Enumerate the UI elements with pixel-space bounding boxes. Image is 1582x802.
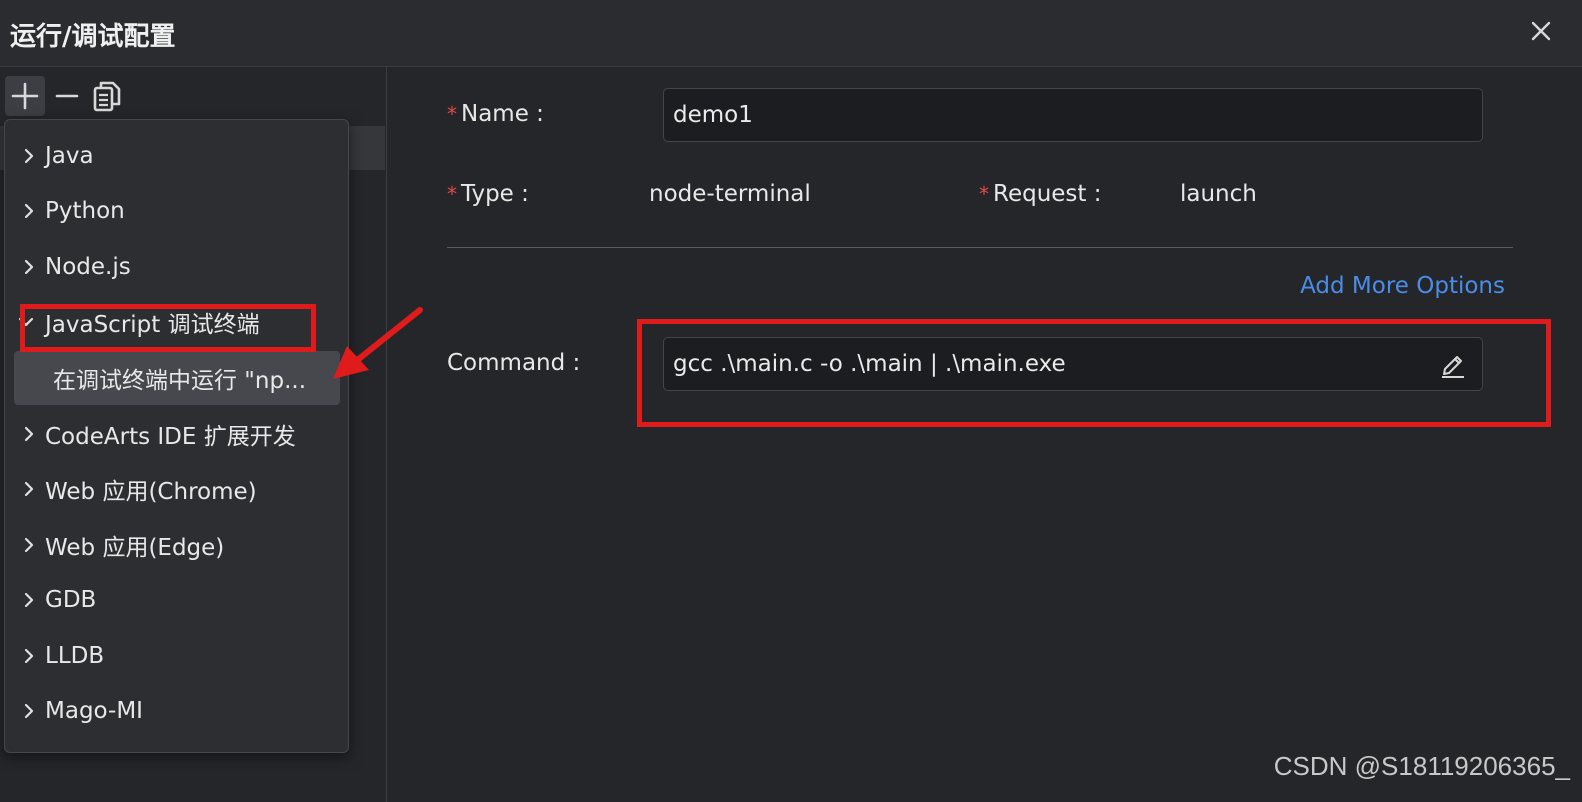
close-button[interactable] [1524,14,1558,48]
close-icon [1531,21,1551,41]
copy-icon [93,81,121,112]
menu-item-label: Mago-MI [45,698,143,724]
menu-item-java[interactable]: Java [5,132,348,180]
title-bar: 运行/调试配置 [0,0,1582,67]
menu-item-codearts-extension[interactable]: CodeArts IDE 扩展开发 [5,410,348,458]
menu-item-mago-mi[interactable]: Mago-MI [5,687,348,735]
command-value: gcc .\main.c -o .\main | .\main.exe [673,351,1066,377]
menu-item-nodejs[interactable]: Node.js [5,243,348,291]
chevron-right-icon [24,481,34,497]
menu-item-label: GDB [45,587,97,613]
chevron-right-icon [24,648,34,664]
dialog-title: 运行/调试配置 [10,22,176,52]
chevron-right-icon [24,259,34,275]
request-label: * Request : [979,181,1102,207]
name-input[interactable]: demo1 [663,88,1483,142]
config-type-dropdown: Java Python Node.js JavaScript 调试终端 在调试终… [4,119,349,753]
type-label: * Type : [447,181,529,207]
menu-item-python[interactable]: Python [5,187,348,235]
config-form-pane: * Name : demo1 * Type : node-terminal * Req… [387,67,1582,802]
menu-item-web-chrome[interactable]: Web 应用(Chrome) [5,465,348,513]
menu-item-lldb[interactable]: LLDB [5,632,348,680]
required-mark: * [447,102,457,126]
menu-item-label: Python [45,198,125,224]
add-config-button[interactable] [5,76,45,116]
plus-icon [11,82,39,110]
menu-item-gdb[interactable]: GDB [5,576,348,624]
menu-subitem-label: 在调试终端中运行 "np... [53,368,306,394]
menu-item-label: Web 应用(Chrome) [45,479,257,505]
copy-config-button[interactable] [87,76,127,116]
add-more-options-link[interactable]: Add More Options [1300,273,1505,299]
required-mark: * [447,182,457,206]
menu-item-javascript-debug-terminal[interactable]: JavaScript 调试终端 [5,298,348,346]
request-value: launch [1180,181,1257,207]
command-input[interactable]: gcc .\main.c -o .\main | .\main.exe [663,337,1483,391]
name-label: * Name : [447,101,544,127]
menu-item-label: Java [45,143,94,169]
menu-item-label: Web 应用(Edge) [45,535,225,561]
menu-item-web-edge[interactable]: Web 应用(Edge) [5,521,348,569]
menu-item-label: JavaScript 调试终端 [45,312,260,338]
menu-item-label: Node.js [45,254,131,280]
chevron-right-icon [24,203,34,219]
chevron-right-icon [24,537,34,553]
pencil-icon[interactable] [1438,348,1468,378]
chevron-right-icon [24,703,34,719]
menu-item-label: CodeArts IDE 扩展开发 [45,424,296,450]
minus-icon [55,94,79,98]
chevron-right-icon [24,592,34,608]
run-debug-config-dialog: 运行/调试配置 Java Python Node.js JavaScript 调… [0,0,1582,802]
chevron-down-icon [18,317,34,327]
watermark: CSDN @S18119206365_ [1273,751,1570,781]
chevron-right-icon [24,148,34,164]
chevron-right-icon [24,426,34,442]
type-value: node-terminal [649,181,811,207]
remove-config-button[interactable] [47,76,87,116]
required-mark: * [979,182,989,206]
command-label: Command : [447,350,581,376]
menu-subitem-run-in-debug-terminal[interactable]: 在调试终端中运行 "np... [14,351,340,405]
section-divider [447,247,1513,248]
menu-item-label: LLDB [45,643,105,669]
